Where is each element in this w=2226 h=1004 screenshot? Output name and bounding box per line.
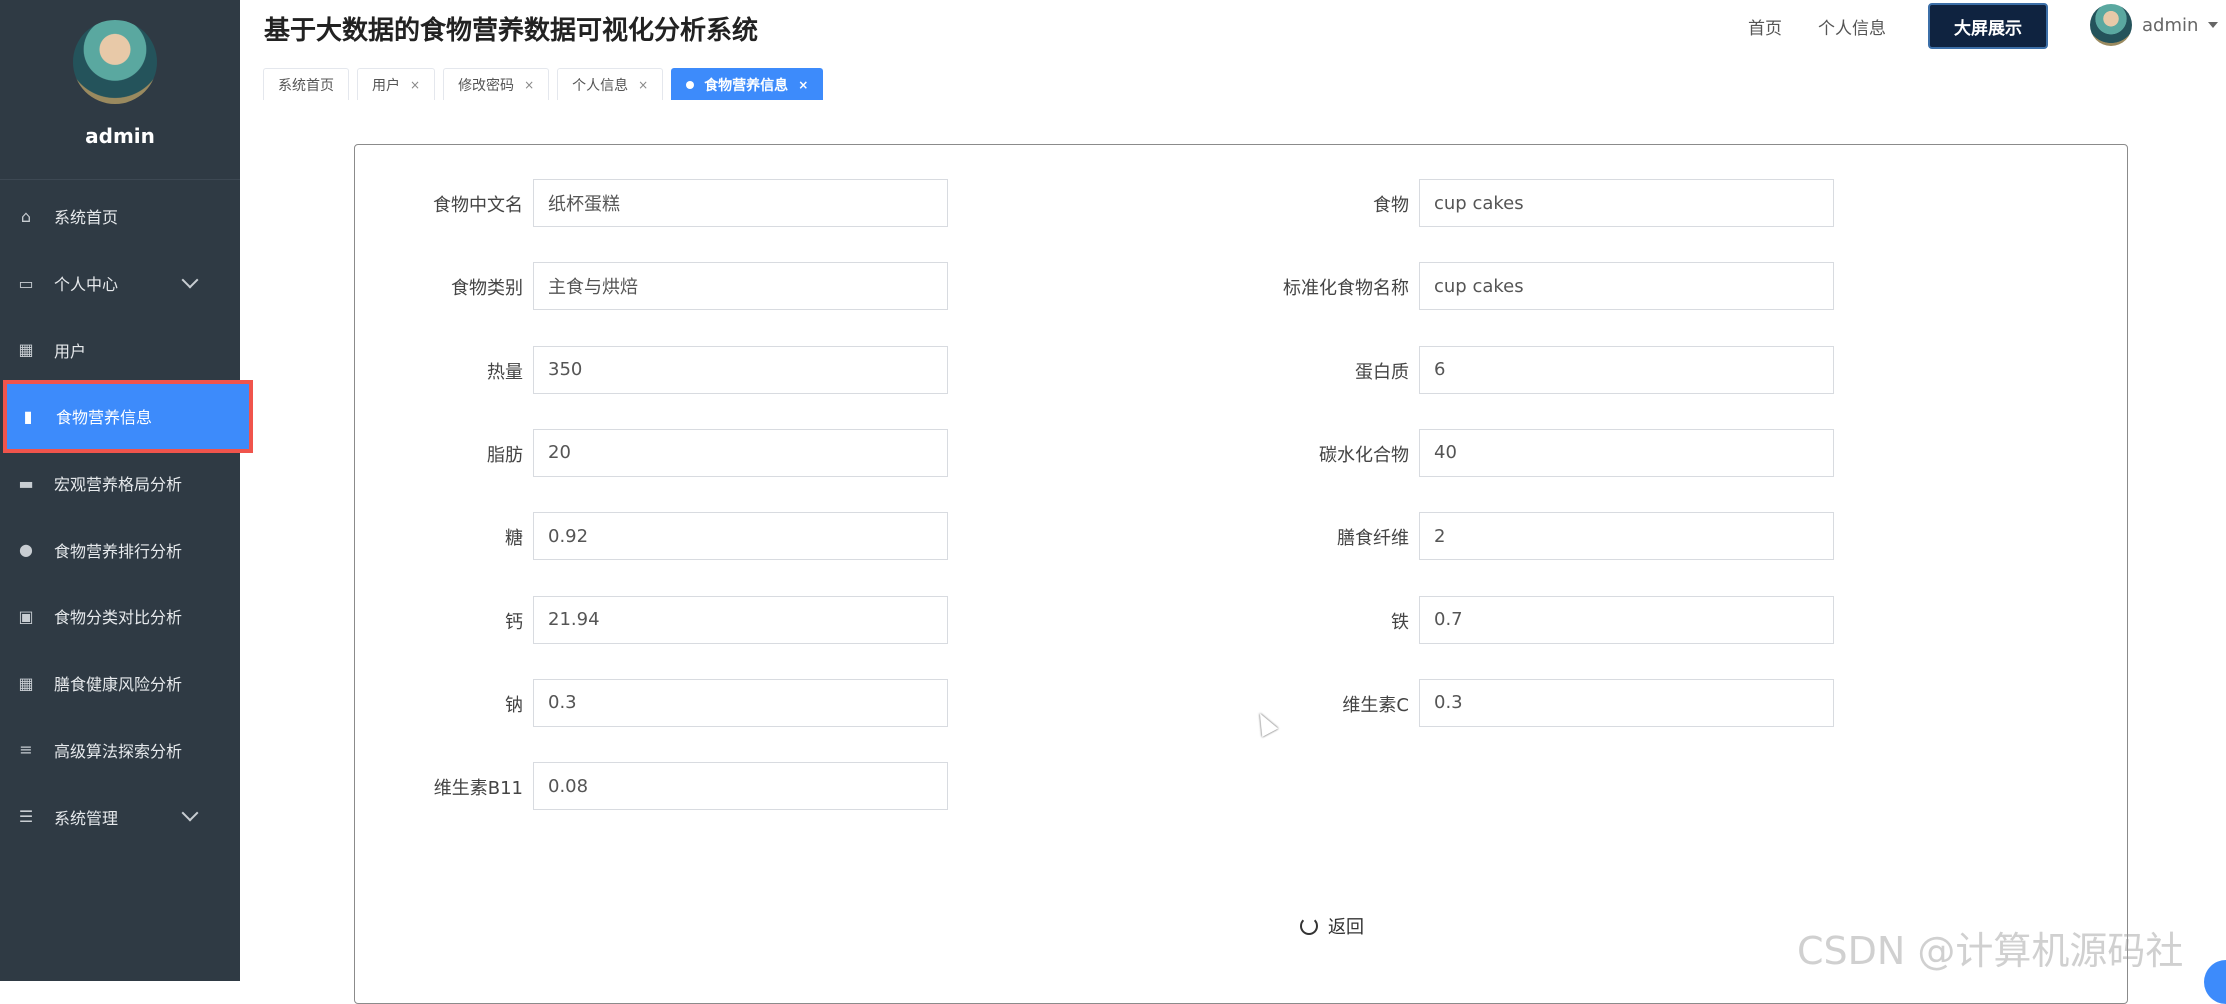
sidebar-item-label: 食物营养信息 <box>56 408 153 428</box>
refresh-icon <box>1300 917 1318 935</box>
tab-label: 修改密码 <box>458 77 515 94</box>
field-input[interactable]: 主食与烘焙 <box>533 262 948 311</box>
grid-icon: ▦ <box>18 673 34 693</box>
field-label: 糖 <box>505 528 523 550</box>
home-icon: ⌂ <box>20 206 32 226</box>
field-input[interactable]: 0.7 <box>1419 595 1834 644</box>
back-button[interactable]: 返回 <box>1300 913 1364 939</box>
sidebar-item-0[interactable]: ⌂ 系统首页 <box>0 183 240 250</box>
caret-down-icon[interactable] <box>2208 22 2219 28</box>
field-label: 标准化食物名称 <box>1283 278 1409 300</box>
sidebar-item-8[interactable]: ≡ 高级算法探索分析 <box>0 717 240 784</box>
user-menu[interactable]: admin <box>2090 4 2219 46</box>
close-icon[interactable]: × <box>524 78 534 92</box>
sidebar: admin ⌂ 系统首页 ▭ 个人中心 ▦ 用户 ▮ 食物营养信息 ▬ 宏观营养格局分析 ● 食物营养… <box>0 0 253 981</box>
tab-1[interactable]: 用户 × <box>357 68 436 100</box>
field-input[interactable]: 0.3 <box>1419 678 1834 727</box>
avatar[interactable] <box>2090 4 2132 46</box>
sidebar-item-label: 膳食健康风险分析 <box>54 675 183 695</box>
page-title: 基于大数据的食物营养数据可视化分析系统 <box>264 16 759 46</box>
profile-name: admin <box>85 124 155 148</box>
back-button-label: 返回 <box>1328 917 1364 938</box>
field-label: 膳食纤维 <box>1337 528 1409 550</box>
chevron-down-icon[interactable] <box>181 271 199 289</box>
watermark: CSDN @计算机源码社 <box>1797 929 2184 973</box>
sliders-icon: ☰ <box>18 807 34 827</box>
field-label: 维生素C <box>1342 694 1409 716</box>
clipboard-icon: ▣ <box>18 606 34 626</box>
close-icon[interactable]: × <box>410 78 420 92</box>
list-icon: ≡ <box>19 740 33 760</box>
field-label: 钙 <box>505 611 523 633</box>
tab-label: 食物营养信息 <box>704 77 789 94</box>
field-input[interactable]: 0.08 <box>533 762 948 811</box>
top-link-profile[interactable]: 个人信息 <box>1818 14 1886 39</box>
user-name[interactable]: admin <box>2142 15 2198 36</box>
sidebar-item-9[interactable]: ☰ 系统管理 <box>0 783 240 850</box>
tab-2[interactable]: 修改密码 × <box>443 68 550 100</box>
field-input[interactable]: cup cakes <box>1419 262 1834 311</box>
close-icon[interactable]: × <box>798 78 808 92</box>
sidebar-item-6[interactable]: ▣ 食物分类对比分析 <box>0 583 240 650</box>
bulb-icon: ● <box>19 540 33 560</box>
sidebar-menu: ⌂ 系统首页 ▭ 个人中心 ▦ 用户 ▮ 食物营养信息 ▬ 宏观营养格局分析 ● 食物营养排行分析 ▣ 食… <box>0 183 253 850</box>
field-input[interactable]: cup cakes <box>1419 179 1834 227</box>
sidebar-profile: admin <box>0 0 240 180</box>
field-input[interactable]: 0.92 <box>533 512 948 561</box>
field-label: 热量 <box>487 361 523 383</box>
field-label: 蛋白质 <box>1355 361 1409 383</box>
sidebar-item-2[interactable]: ▦ 用户 <box>0 316 240 383</box>
printer-icon: ▬ <box>18 473 34 493</box>
active-dot-icon <box>686 80 695 89</box>
food-detail-form: 食物中文名 纸杯蛋糕 食物类别 主食与烘焙 热量 350 脂肪 20 糖 0.92 钙 21.94 钠 0… <box>354 144 2128 1004</box>
field-input[interactable]: 21.94 <box>533 595 948 644</box>
field-label: 食物类别 <box>451 278 523 300</box>
avatar[interactable] <box>73 20 157 104</box>
sidebar-item-label: 系统首页 <box>54 208 119 228</box>
sidebar-item-label: 宏观营养格局分析 <box>54 475 183 495</box>
floating-button[interactable] <box>2204 960 2226 1004</box>
top-links: 首页 个人信息 <box>1748 14 1922 39</box>
sidebar-item-5[interactable]: ● 食物营养排行分析 <box>0 516 240 583</box>
field-input[interactable]: 350 <box>533 345 948 394</box>
field-label: 食物中文名 <box>433 195 523 216</box>
field-input[interactable]: 20 <box>533 428 948 477</box>
close-icon[interactable]: × <box>638 78 648 92</box>
field-label: 钠 <box>505 694 523 716</box>
top-link-home[interactable]: 首页 <box>1748 14 1782 39</box>
grid-icon: ▦ <box>18 340 34 360</box>
chevron-down-icon[interactable] <box>181 804 199 822</box>
field-label: 维生素B11 <box>433 778 523 800</box>
field-input[interactable]: 2 <box>1419 512 1834 561</box>
sidebar-item-label: 食物营养排行分析 <box>54 541 183 561</box>
field-input[interactable]: 40 <box>1419 428 1834 477</box>
tab-bar: 系统首页 用户 × 修改密码 × 个人信息 × 食物营养信息 × <box>263 68 831 100</box>
big-screen-button[interactable]: 大屏展示 <box>1928 3 2048 49</box>
sidebar-item-label: 个人中心 <box>54 275 119 295</box>
sidebar-item-label: 用户 <box>54 341 87 361</box>
tab-label: 个人信息 <box>572 77 629 94</box>
wallet-icon: ▭ <box>18 273 34 293</box>
field-input[interactable]: 0.3 <box>533 678 948 727</box>
field-input[interactable]: 6 <box>1419 345 1834 394</box>
field-label: 铁 <box>1391 611 1409 633</box>
field-label: 碳水化合物 <box>1319 444 1409 466</box>
tab-label: 系统首页 <box>278 77 334 94</box>
field-input[interactable]: 纸杯蛋糕 <box>533 179 948 227</box>
book-icon: ▮ <box>23 406 33 426</box>
sidebar-item-label: 高级算法探索分析 <box>54 741 183 761</box>
sidebar-item-4[interactable]: ▬ 宏观营养格局分析 <box>0 450 240 517</box>
tab-4[interactable]: 食物营养信息 × <box>671 68 824 100</box>
tab-label: 用户 <box>372 77 400 94</box>
sidebar-item-7[interactable]: ▦ 膳食健康风险分析 <box>0 650 240 717</box>
sidebar-item-label: 系统管理 <box>54 808 119 828</box>
sidebar-item-3[interactable]: ▮ 食物营养信息 <box>3 380 253 453</box>
tab-3[interactable]: 个人信息 × <box>557 68 664 100</box>
sidebar-item-label: 食物分类对比分析 <box>54 608 183 628</box>
sidebar-item-1[interactable]: ▭ 个人中心 <box>0 250 240 317</box>
field-label: 食物 <box>1373 195 1409 216</box>
field-label: 脂肪 <box>487 444 523 466</box>
tab-0[interactable]: 系统首页 <box>263 68 349 100</box>
